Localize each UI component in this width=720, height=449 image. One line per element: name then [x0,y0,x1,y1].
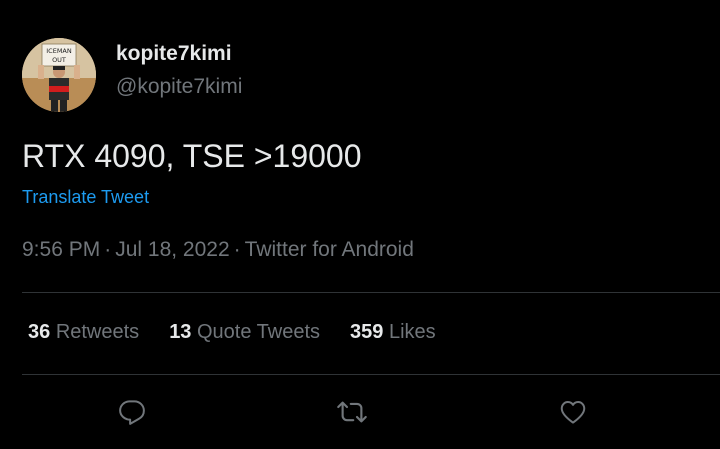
tweet-time[interactable]: 9:56 PM [22,238,100,261]
display-name[interactable]: kopite7kimi [116,42,232,66]
engagement-stats: 36 Retweets 13 Quote Tweets 359 Likes [28,321,436,344]
like-button[interactable] [556,395,590,429]
avatar-image: ICEMAN OUT [22,38,96,112]
divider [22,292,720,293]
reply-button[interactable] [115,395,149,429]
likes-stat[interactable]: 359 Likes [350,321,436,344]
separator: · [233,238,241,261]
likes-count: 359 [350,321,384,343]
divider [22,374,720,375]
heart-icon [560,401,586,424]
avatar-sign-line2: OUT [52,56,66,64]
quote-tweets-count: 13 [169,321,192,343]
retweets-count: 36 [28,321,51,343]
translate-tweet-link[interactable]: Translate Tweet [22,187,149,208]
retweets-label: Retweets [55,321,140,343]
retweet-button[interactable] [335,395,369,429]
separator: · [104,238,112,261]
tweet-date[interactable]: Jul 18, 2022 [115,238,229,261]
tweet-metadata: 9:56 PM · Jul 18, 2022 · Twitter for Android [22,238,414,262]
user-handle[interactable]: @kopite7kimi [116,75,242,99]
retweets-stat[interactable]: 36 Retweets [28,321,139,344]
tweet-source[interactable]: Twitter for Android [245,238,414,261]
quote-tweets-label: Quote Tweets [197,321,321,343]
likes-label: Likes [388,321,436,343]
reply-icon [119,400,145,425]
avatar-sign-line1: ICEMAN [46,47,72,55]
avatar[interactable]: ICEMAN OUT [22,38,96,112]
quote-tweets-stat[interactable]: 13 Quote Tweets [169,321,320,344]
tweet-text: RTX 4090, TSE >19000 [22,138,362,174]
retweet-icon [337,401,367,423]
